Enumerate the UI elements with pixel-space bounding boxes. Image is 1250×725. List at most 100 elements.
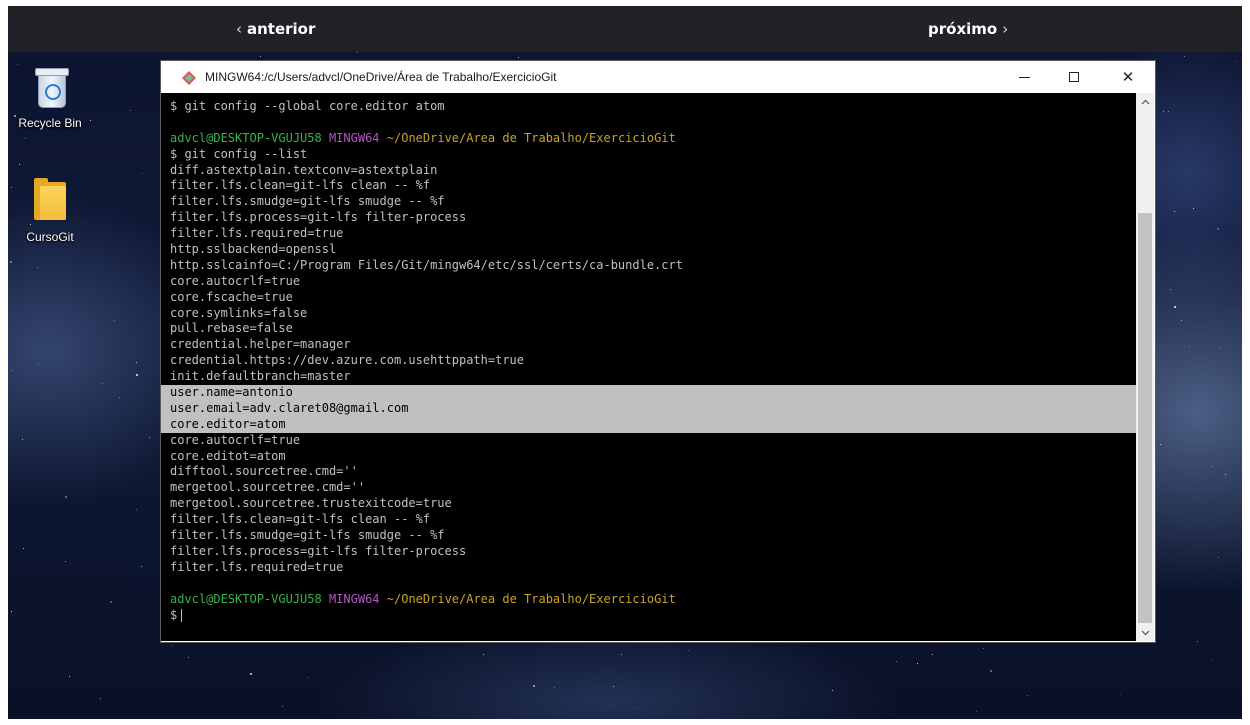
- star-dot: [554, 687, 555, 688]
- scrollbar-thumb[interactable]: [1138, 213, 1152, 623]
- star-dot: [130, 110, 131, 111]
- folder-icon: [30, 178, 70, 222]
- star-dot: [25, 138, 26, 139]
- star-dot: [119, 397, 120, 398]
- star-dot: [1197, 641, 1198, 642]
- maximize-button[interactable]: [1051, 61, 1097, 93]
- prompt-path: ~/OneDrive/Area de Trabalho/ExercicioGit: [386, 130, 676, 145]
- star-dot: [110, 601, 112, 603]
- star-dot: [22, 439, 23, 440]
- window-title: MINGW64:/c/Users/advcl/OneDrive/Área de …: [205, 70, 557, 84]
- prompt-system: MINGW64: [328, 130, 380, 145]
- terminal-output-line: core.autocrlf=true: [170, 273, 301, 288]
- vertical-scrollbar[interactable]: [1136, 93, 1154, 641]
- star-dot: [1218, 557, 1219, 558]
- maximize-icon: [1069, 72, 1079, 82]
- star-dot: [533, 685, 535, 687]
- terminal-output-line: core.symlinks=false: [170, 305, 308, 320]
- terminal-output-line: mergetool.sourcetree.cmd='': [170, 480, 366, 495]
- terminal-output-line: filter.lfs.required=true: [170, 559, 344, 574]
- star-dot: [1184, 56, 1185, 57]
- star-dot: [518, 57, 519, 58]
- terminal-output-line: difftool.sourcetree.cmd='': [170, 464, 358, 479]
- terminal-output-line: http.sslcainfo=C:/Program Files/Git/ming…: [170, 257, 683, 272]
- star-dot: [11, 370, 12, 371]
- star-dot: [1236, 61, 1237, 62]
- star-dot: [976, 711, 977, 712]
- terminal-command: $ git config --list: [170, 146, 308, 161]
- star-dot: [1174, 306, 1176, 308]
- close-icon: ✕: [1121, 68, 1135, 86]
- terminal-output-line: filter.lfs.clean=git-lfs clean -- %f: [170, 178, 431, 193]
- star-dot: [917, 663, 918, 664]
- recycle-bin-icon: [30, 64, 70, 108]
- star-dot: [11, 611, 12, 612]
- terminal-output-line: filter.lfs.clean=git-lfs clean -- %f: [170, 512, 431, 527]
- star-dot: [136, 362, 137, 363]
- star-dot: [102, 383, 103, 384]
- next-label: próximo: [928, 20, 998, 38]
- terminal-area[interactable]: $ git config --global core.editor atom a…: [161, 93, 1136, 641]
- star-dot: [1160, 444, 1161, 445]
- terminal-output-line: core.editot=atom: [170, 448, 286, 463]
- next-link[interactable]: próximo ›: [928, 6, 1008, 52]
- desktop-icon-cursogit[interactable]: CursoGit: [14, 178, 86, 244]
- git-bash-icon: [182, 71, 196, 85]
- star-dot: [1163, 111, 1164, 112]
- terminal-output-line: diff.astextplain.textconv=astextplain: [170, 162, 438, 177]
- prompt-user-host: advcl@DESKTOP-VGUJU58: [170, 130, 322, 145]
- star-dot: [1170, 289, 1171, 290]
- terminal-output-line: core.fscache=true: [170, 289, 293, 304]
- terminal-output-line: pull.rebase=false: [170, 321, 293, 336]
- minimize-button[interactable]: [1001, 61, 1047, 93]
- star-dot: [990, 670, 992, 672]
- chevron-right-icon: ›: [1002, 20, 1009, 38]
- chevron-left-icon: ‹: [236, 20, 242, 38]
- star-dot: [1168, 111, 1169, 112]
- star-dot: [932, 654, 933, 655]
- star-dot: [136, 509, 137, 510]
- close-button[interactable]: ✕: [1105, 61, 1151, 93]
- terminal-output-line: http.sslbackend=openssl: [170, 242, 337, 257]
- scroll-down-button[interactable]: [1136, 624, 1154, 641]
- star-dot: [149, 437, 150, 438]
- star-dot: [65, 496, 67, 498]
- scroll-up-button[interactable]: [1136, 93, 1154, 110]
- terminal-highlighted-line: user.name=antonio: [161, 385, 1136, 401]
- star-dot: [621, 654, 622, 655]
- slide-nav-bar: ‹ anterior próximo ›: [8, 6, 1242, 52]
- star-dot: [136, 374, 138, 376]
- chevron-down-icon: [1141, 630, 1149, 635]
- prompt-system: MINGW64: [328, 591, 380, 606]
- star-dot: [69, 676, 70, 677]
- star-dot: [1225, 474, 1226, 475]
- desktop-icon-label: Recycle Bin: [18, 116, 82, 130]
- star-dot: [250, 673, 252, 675]
- previous-link[interactable]: ‹ anterior: [236, 6, 315, 52]
- star-dot: [141, 566, 142, 567]
- star-dot: [688, 650, 689, 651]
- terminal-output-line: filter.lfs.smudge=git-lfs smudge -- %f: [170, 528, 445, 543]
- desktop-icon-label: CursoGit: [26, 230, 74, 244]
- terminal-output-line: filter.lfs.required=true: [170, 226, 344, 241]
- terminal-output-line: filter.lfs.process=git-lfs filter-proces…: [170, 210, 467, 225]
- star-dot: [613, 686, 614, 687]
- desktop-icon-recycle-bin[interactable]: Recycle Bin: [14, 64, 86, 130]
- star-dot: [114, 320, 115, 321]
- window-titlebar[interactable]: MINGW64:/c/Users/advcl/OneDrive/Área de …: [161, 61, 1155, 93]
- star-dot: [38, 364, 39, 365]
- star-dot: [357, 52, 358, 53]
- star-dot: [1212, 660, 1213, 661]
- star-dot: [634, 708, 635, 709]
- star-dot: [37, 267, 38, 268]
- terminal-prompt: advcl@DESKTOP-VGUJU58 MINGW64 ~/OneDrive…: [170, 131, 1136, 147]
- star-dot: [65, 561, 66, 562]
- terminal-input-line[interactable]: $: [170, 608, 1136, 624]
- terminal-output-line: init.defaultbranch=master: [170, 369, 351, 384]
- star-dot: [282, 706, 283, 707]
- star-dot: [188, 657, 189, 658]
- terminal-output-line: core.autocrlf=true: [170, 432, 301, 447]
- star-dot: [983, 648, 984, 649]
- star-dot: [896, 661, 897, 662]
